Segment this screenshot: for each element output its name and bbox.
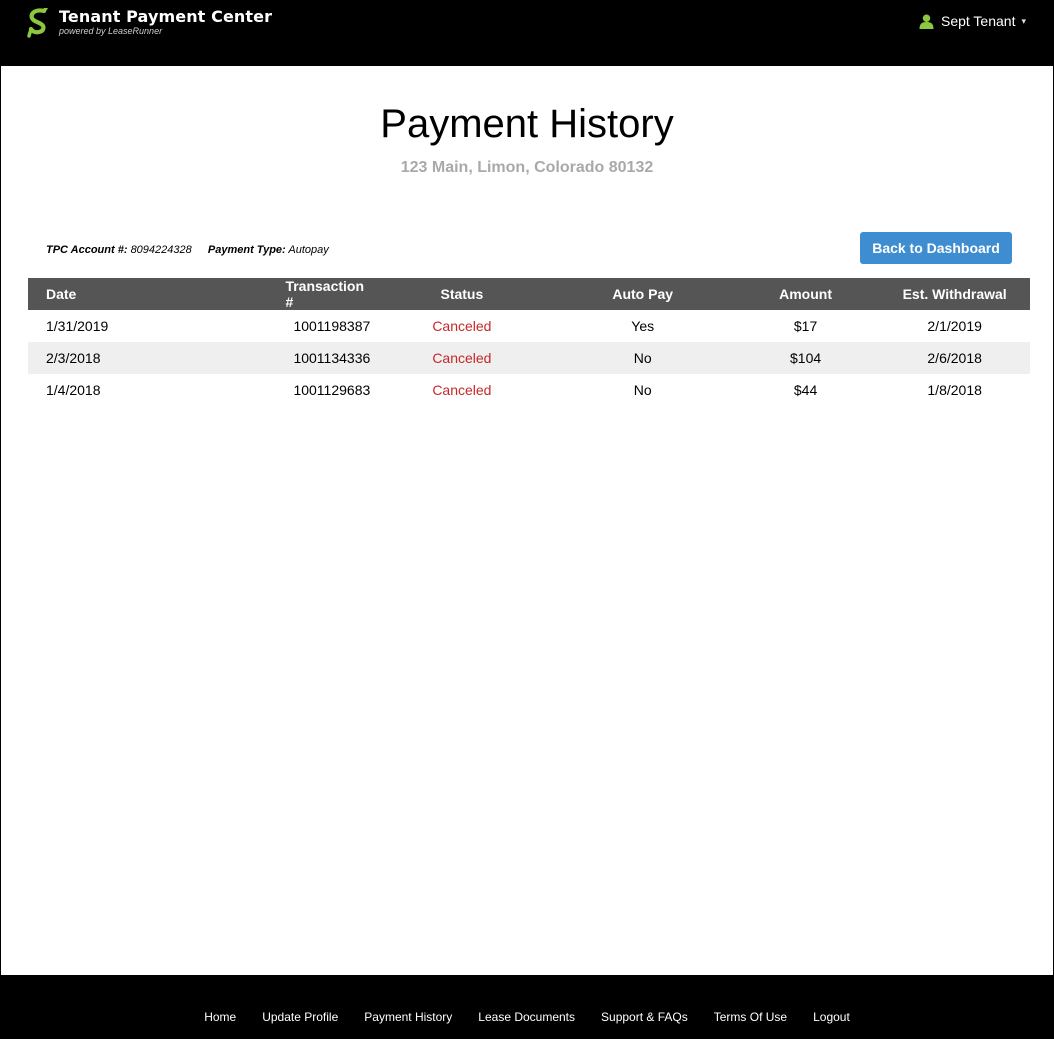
cell-withdrawal: 2/1/2019 (927, 318, 982, 334)
account-number-label: TPC Account #: (46, 244, 128, 256)
property-address: 123 Main, Limon, Colorado 80132 (400, 159, 654, 176)
cell-status: Canceled (432, 382, 492, 398)
cell-autopay: No (553, 342, 732, 374)
column-header-transaction[interactable]: Transaction # (151, 278, 371, 310)
cell-date: 1/31/2019 (46, 318, 109, 334)
cell-autopay: Yes (631, 318, 655, 334)
footer-link-support-faqs[interactable]: Support & FAQs (601, 1010, 688, 1024)
payment-type-label: Payment Type: (207, 244, 286, 256)
back-to-dashboard-button[interactable]: Back to Dashboard (860, 232, 1012, 264)
cell-status: Canceled (432, 318, 492, 334)
page-title: Payment History (380, 102, 674, 146)
cell-status: Canceled (370, 342, 554, 374)
footer-link-lease-documents[interactable]: Lease Documents (478, 1010, 575, 1024)
chevron-down-icon: ▾ (1021, 15, 1026, 26)
cell-date: 1/4/2018 (46, 382, 101, 398)
page-background (1, 0, 1053, 1039)
tpc-logo-icon (27, 8, 48, 38)
user-icon (919, 13, 934, 29)
account-number: 8094224328 (130, 244, 192, 256)
cell-autopay: No (633, 382, 652, 398)
cell-transaction: 1001198387 (293, 318, 371, 334)
footer-link-update-profile[interactable]: Update Profile (262, 1010, 338, 1024)
footer-link-home[interactable]: Home (204, 1010, 236, 1024)
cell-withdrawal: 2/6/2018 (879, 342, 1030, 374)
table-row: 2/3/2018 1001134336 Canceled No $104 2/6… (28, 342, 1030, 374)
payment-type: Autopay (288, 244, 329, 256)
column-header-autopay[interactable]: Auto Pay (553, 278, 732, 310)
footer-link-logout[interactable]: Logout (813, 1010, 850, 1024)
cell-amount: $44 (793, 382, 818, 398)
app-subtitle: powered by LeaseRunner (59, 26, 163, 36)
table-row: 1/4/2018 1001129683 Canceled No $44 1/8/… (28, 374, 1030, 406)
user-name: Sept Tenant (940, 13, 1016, 29)
cell-transaction: 1001129683 (293, 382, 371, 398)
footer-nav: Home Update Profile Payment History Leas… (0, 1010, 1054, 1024)
cell-amount: $104 (731, 342, 880, 374)
cell-withdrawal: 1/8/2018 (927, 382, 982, 398)
cell-amount: $17 (793, 318, 818, 334)
column-header-status[interactable]: Status (370, 278, 554, 310)
top-navbar: Tenant Payment Center powered by LeaseRu… (0, 0, 1054, 66)
app-title: Tenant Payment Center (59, 7, 273, 26)
account-info: TPC Account #: 8094224328 Payment Type: … (46, 244, 329, 256)
footer-link-terms-of-use[interactable]: Terms Of Use (714, 1010, 787, 1024)
table-row: 1/31/2019 1001198387 Canceled Yes $17 2/… (28, 310, 1030, 342)
column-header-withdrawal[interactable]: Est. Withdrawal (879, 278, 1030, 310)
footer: Home Update Profile Payment History Leas… (0, 975, 1054, 1039)
cell-date: 2/3/2018 (28, 342, 152, 374)
footer-link-payment-history[interactable]: Payment History (364, 1010, 452, 1024)
column-header-date[interactable]: Date (28, 278, 152, 310)
table-header-row: Date Transaction # Status Auto Pay Amoun… (28, 278, 1030, 310)
column-header-amount[interactable]: Amount (731, 278, 880, 310)
brand[interactable]: Tenant Payment Center powered by LeaseRu… (27, 7, 272, 38)
cell-transaction: 1001134336 (151, 342, 371, 374)
user-menu[interactable]: Sept Tenant ▾ (919, 13, 1026, 29)
payment-history-table: Date Transaction # Status Auto Pay Amoun… (28, 278, 1030, 406)
